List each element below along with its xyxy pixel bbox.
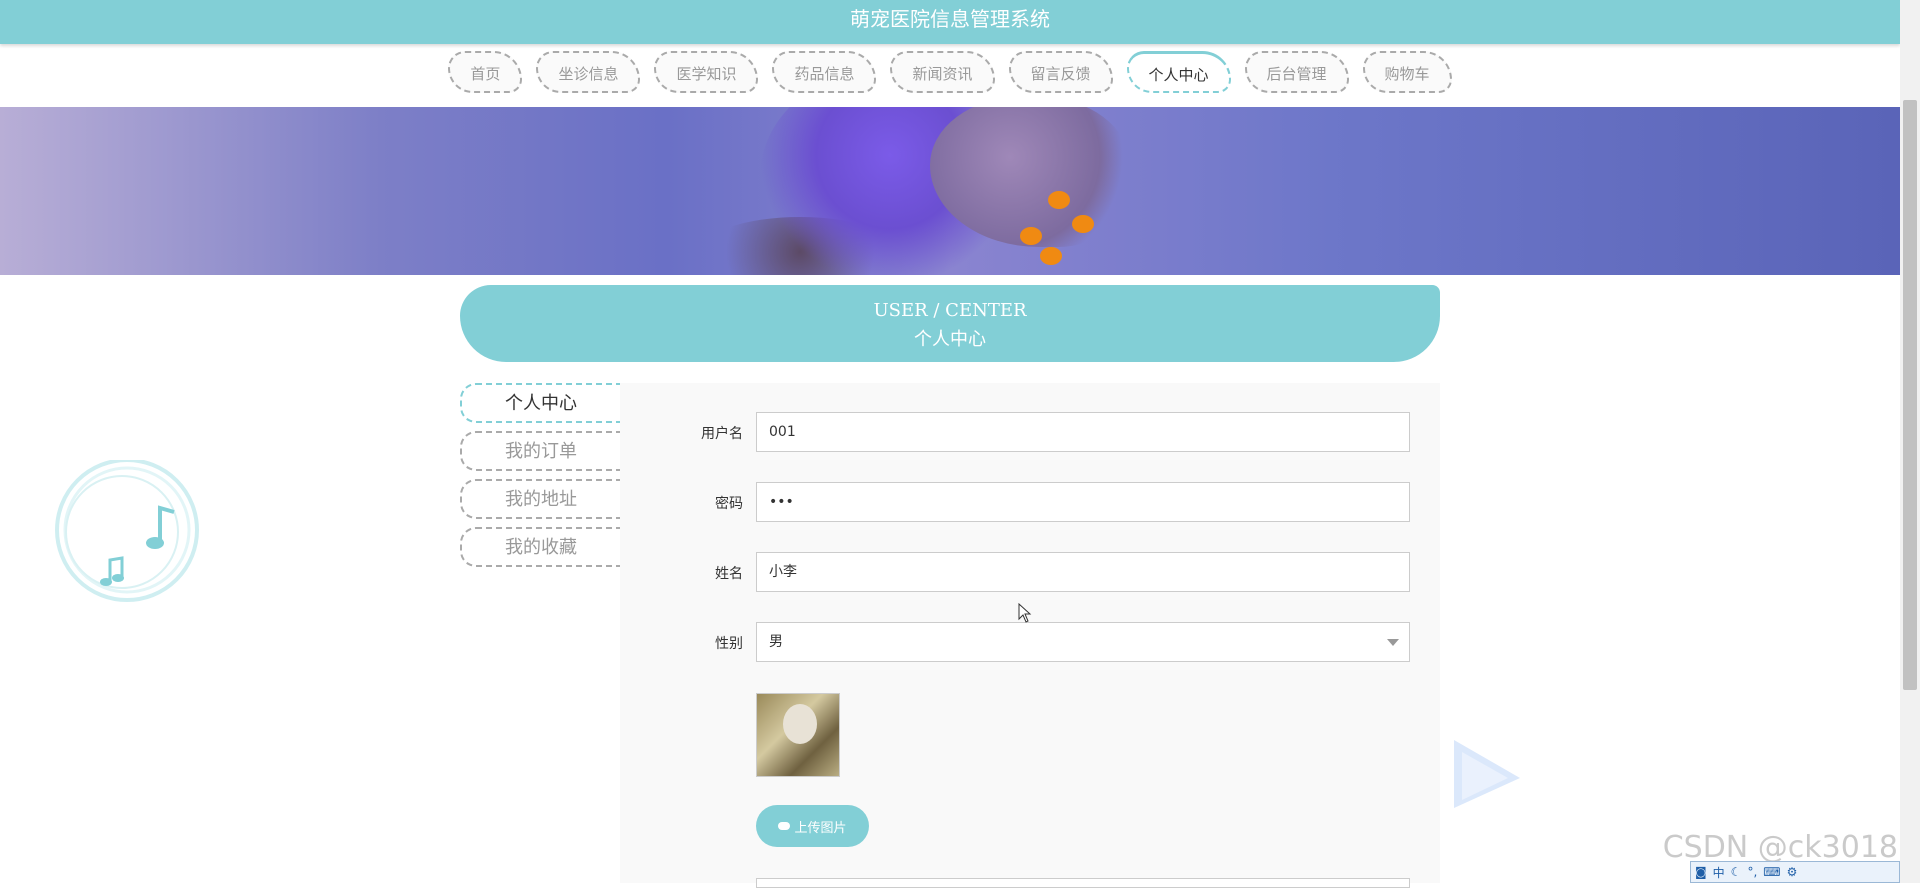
sidebar-item-orders[interactable]: 我的订单 — [460, 431, 620, 471]
sidebar-item-address[interactable]: 我的地址 — [460, 479, 620, 519]
nav-news[interactable]: 新闻资讯 — [890, 51, 995, 93]
ime-toolbar[interactable]: ◙ 中 ☾ °, ⌨ ⚙ — [1690, 861, 1900, 883]
ime-logo-icon: ◙ — [1695, 865, 1707, 879]
banner-wing-spot — [1040, 247, 1062, 265]
keyboard-icon: ⌨ — [1763, 865, 1781, 879]
upload-image-label: 上传图片 — [794, 819, 847, 835]
moon-icon: ☾ — [1730, 865, 1742, 879]
main-nav: 首页 坐诊信息 医学知识 药品信息 新闻资讯 留言反馈 个人中心 后台管理 购物… — [0, 51, 1900, 97]
gender-label: 性别 — [715, 636, 743, 652]
nav-cart[interactable]: 购物车 — [1362, 51, 1452, 93]
user-sidebar: 个人中心 我的订单 我的地址 我的收藏 — [460, 383, 620, 575]
nav-user-center[interactable]: 个人中心 — [1126, 51, 1231, 93]
nav-feedback[interactable]: 留言反馈 — [1008, 51, 1113, 93]
nav-admin[interactable]: 后台管理 — [1244, 51, 1349, 93]
nav-medicine-info[interactable]: 药品信息 — [772, 51, 877, 93]
username-input[interactable]: 001 — [756, 412, 1410, 452]
banner-image — [0, 107, 1900, 275]
nav-home[interactable]: 首页 — [448, 51, 523, 93]
sidebar-item-user-center[interactable]: 个人中心 — [460, 383, 620, 423]
nav-clinic-info[interactable]: 坐诊信息 — [536, 51, 641, 93]
music-note-icon — [55, 460, 199, 602]
gender-select[interactable]: 男 — [756, 622, 1410, 662]
next-field[interactable] — [756, 878, 1410, 888]
avatar-preview — [756, 693, 840, 777]
ime-lang-label: 中 — [1712, 865, 1725, 880]
banner-wing-spot — [1072, 215, 1094, 233]
page-scrollbar[interactable] — [1900, 0, 1920, 883]
section-header: USER / CENTER 个人中心 — [460, 285, 1440, 362]
name-input[interactable]: 小李 — [756, 552, 1410, 592]
username-label: 用户名 — [701, 426, 743, 442]
cloud-upload-icon — [778, 822, 791, 830]
settings-icon: ⚙ — [1786, 865, 1798, 879]
sidebar-item-favorites[interactable]: 我的收藏 — [460, 527, 620, 567]
play-decoration-icon — [1454, 740, 1520, 808]
chevron-down-icon — [1387, 639, 1399, 646]
avatar-cat — [783, 704, 817, 744]
banner-wing-spot — [1020, 227, 1042, 245]
mouse-cursor-icon — [1018, 603, 1032, 623]
punctuation-icon: °, — [1747, 865, 1758, 879]
nav-medical-knowledge[interactable]: 医学知识 — [654, 51, 759, 93]
scrollbar-thumb[interactable] — [1903, 100, 1917, 690]
section-header-cn: 个人中心 — [914, 329, 986, 350]
password-label: 密码 — [715, 496, 743, 512]
password-input[interactable]: ••• — [756, 482, 1410, 522]
app-title-bar: 萌宠医院信息管理系统 — [0, 0, 1900, 44]
banner-wing-spot — [1048, 191, 1070, 209]
app-title: 萌宠医院信息管理系统 — [850, 7, 1050, 31]
upload-image-button[interactable]: 上传图片 — [756, 805, 869, 847]
gender-select-value: 男 — [769, 634, 783, 650]
section-header-en: USER / CENTER — [873, 300, 1027, 321]
watermark: CSDN @ck3018 — [1662, 830, 1898, 865]
name-label: 姓名 — [715, 566, 743, 582]
